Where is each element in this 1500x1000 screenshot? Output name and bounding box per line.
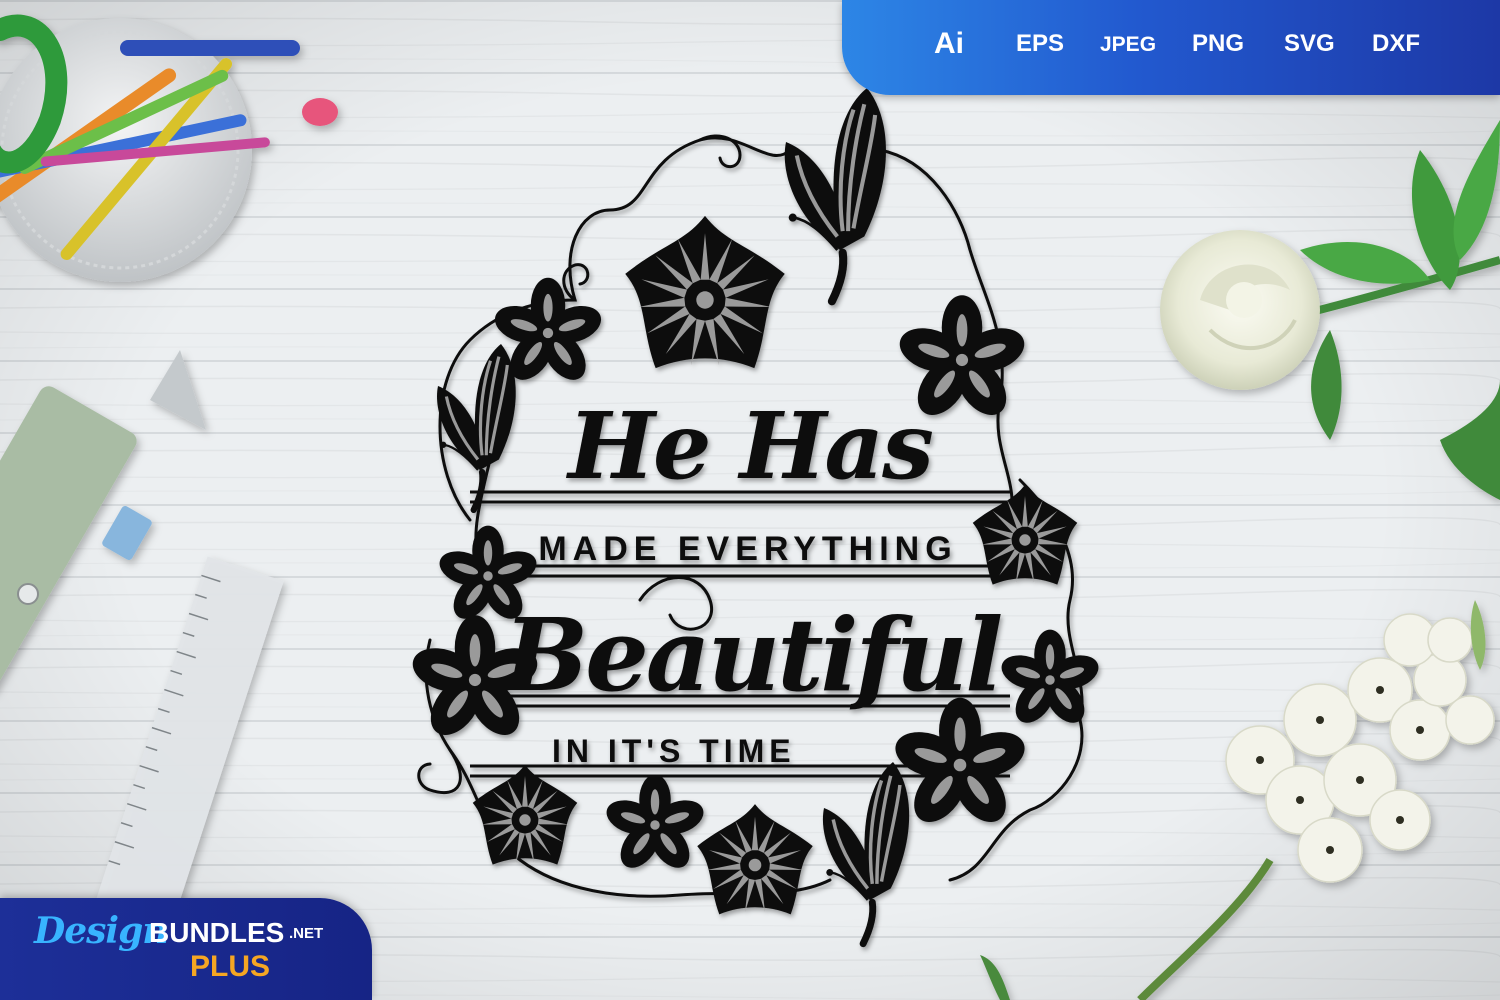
brand-net-text: .NET (289, 925, 324, 942)
quote-line-made-everything: MADE EVERYTHING (538, 530, 957, 568)
product-mockup-scene: He Has MADE EVERYTHING Beautiful IN IT'S… (0, 0, 1500, 1000)
format-svg: SVG (1284, 30, 1335, 57)
format-eps: EPS (1016, 30, 1065, 57)
brand-bundles-text: BUNDLES (149, 917, 285, 948)
format-dxf: DXF (1372, 30, 1420, 57)
brand-plus-text: PLUS (190, 950, 271, 983)
format-jpeg: JPEG (1100, 33, 1157, 56)
quote-line-he-has: He Has (565, 392, 932, 500)
file-format-banner: Ai EPS JPEG PNG SVG DXF (842, 0, 1500, 95)
quote-line-beautiful: Beautiful (501, 596, 1002, 714)
brand-logo: Design BUNDLES .NET PLUS (0, 898, 372, 1000)
quote-line-in-its-time: IN IT'S TIME (552, 733, 796, 769)
format-ai: Ai (934, 27, 964, 60)
brand-design-text: Design (34, 910, 168, 952)
format-png: PNG (1192, 30, 1245, 57)
